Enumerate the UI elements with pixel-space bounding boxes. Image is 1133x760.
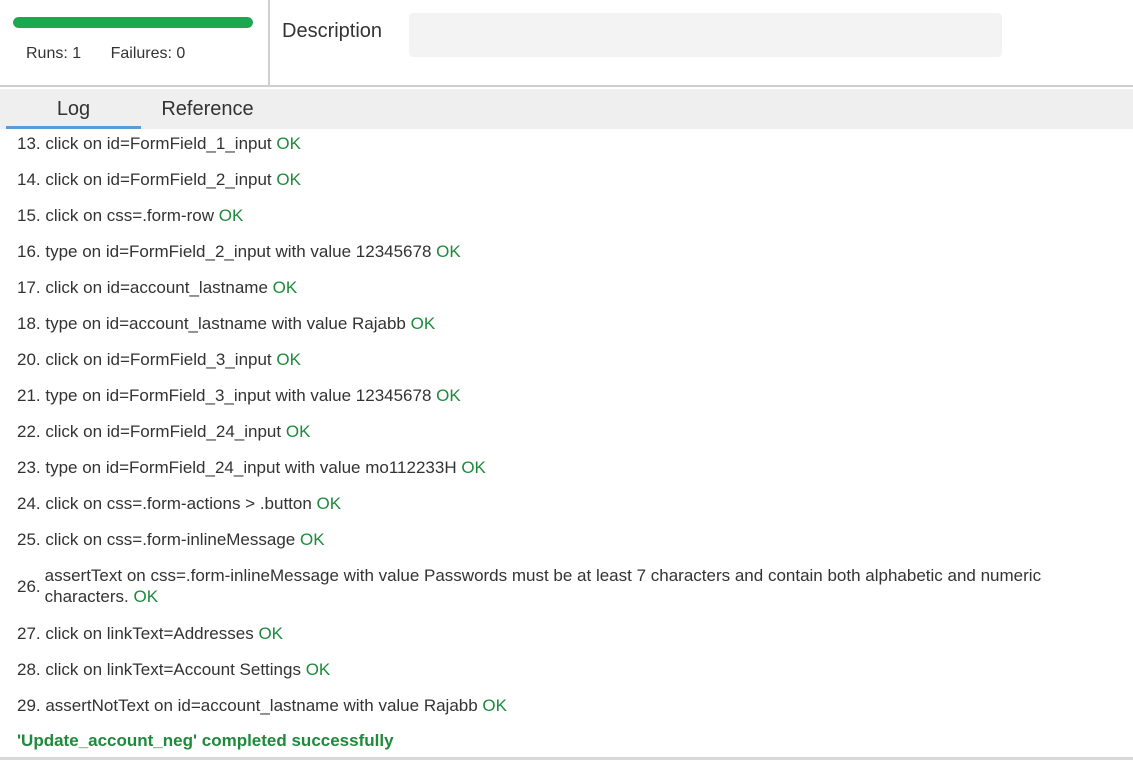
log-entry-text: 13. click on id=FormField_1_input	[17, 134, 272, 153]
log-entry: 22. click on id=FormField_24_input OK	[17, 421, 1123, 442]
run-stats: Runs: 1 Failures: 0	[0, 0, 270, 87]
progress-bar-fill	[13, 17, 253, 28]
log-entry: 29. assertNotText on id=account_lastname…	[17, 695, 1123, 716]
log-entry-text: 25. click on css=.form-inlineMessage	[17, 530, 296, 549]
log-entry-text: 28. click on linkText=Account Settings	[17, 660, 301, 679]
log-entry: 21. type on id=FormField_3_input with va…	[17, 385, 1123, 406]
ok-status: OK	[410, 314, 436, 333]
log-entry: 17. click on id=account_lastname OK	[17, 277, 1123, 298]
log-entry-text: 20. click on id=FormField_3_input	[17, 350, 272, 369]
ok-status: OK	[258, 624, 283, 643]
progress-bar	[13, 17, 253, 28]
tab-bar: Log Reference	[0, 89, 1133, 129]
log-entry-text: 23. type on id=FormField_24_input with v…	[17, 458, 457, 477]
tab-reference[interactable]: Reference	[150, 98, 265, 129]
log-entry-text: 18. type on id=account_lastname with val…	[17, 314, 406, 333]
description-label: Description	[282, 20, 383, 42]
log-entry-text: 29. assertNotText on id=account_lastname…	[17, 696, 478, 715]
ok-status: OK	[461, 458, 486, 477]
ok-status: OK	[276, 170, 301, 189]
ok-status: OK	[285, 422, 311, 441]
log-entry: 25. click on css=.form-inlineMessage OK	[17, 529, 1123, 550]
log-entry-text: 27. click on linkText=Addresses	[17, 624, 254, 643]
tab-log[interactable]: Log	[6, 98, 141, 129]
log-entry: 24. click on css=.form-actions > .button…	[17, 493, 1123, 514]
run-counts: Runs: 1 Failures: 0	[26, 45, 185, 63]
log-entry-text: 22. click on id=FormField_24_input	[17, 422, 282, 441]
log-entry-text: 21. type on id=FormField_3_input with va…	[17, 386, 432, 405]
log-entry: 14. click on id=FormField_2_input OK	[17, 169, 1123, 190]
log-entry: 28. click on linkText=Account Settings O…	[17, 659, 1123, 680]
log-entry: 26. assertText on css=.form-inlineMessag…	[17, 565, 1123, 607]
failures-count: Failures: 0	[110, 45, 186, 62]
log-entry-text: 14. click on id=FormField_2_input	[17, 170, 272, 189]
log-entry-text: assertText on css=.form-inlineMessage wi…	[44, 566, 1042, 606]
log-entry-number: 26.	[17, 576, 41, 596]
log-entry: 18. type on id=account_lastname with val…	[17, 313, 1123, 334]
log-entry-text: 16. type on id=FormField_2_input with va…	[17, 242, 432, 261]
log-panel[interactable]: 13. click on id=FormField_1_input OK 14.…	[0, 129, 1133, 760]
summary-panel: Runs: 1 Failures: 0 Description	[0, 0, 1133, 87]
ok-status: OK	[482, 696, 507, 715]
runs-count: Runs: 1	[26, 45, 82, 62]
log-entry: 20. click on id=FormField_3_input OK	[17, 349, 1123, 370]
ok-status: OK	[436, 242, 461, 261]
log-entry: 23. type on id=FormField_24_input with v…	[17, 457, 1123, 478]
ok-status: OK	[276, 134, 301, 153]
ok-status: OK	[316, 494, 342, 513]
ok-status: OK	[133, 587, 159, 606]
log-entry: 15. click on css=.form-row OK	[17, 205, 1123, 226]
log-entry-body: assertText on css=.form-inlineMessage wi…	[45, 565, 1123, 607]
log-entry-text: 15. click on css=.form-row	[17, 206, 214, 225]
description-field[interactable]	[409, 13, 1002, 57]
ok-status: OK	[300, 530, 325, 549]
ok-status: OK	[436, 386, 461, 405]
ok-status: OK	[272, 278, 298, 297]
log-entry: 16. type on id=FormField_2_input with va…	[17, 241, 1123, 262]
ok-status: OK	[276, 350, 301, 369]
ok-status: OK	[218, 206, 244, 225]
log-entry: 13. click on id=FormField_1_input OK	[17, 133, 1123, 154]
ok-status: OK	[305, 660, 331, 679]
completion-message: 'Update_account_neg' completed successfu…	[17, 731, 394, 750]
log-entry: 27. click on linkText=Addresses OK	[17, 623, 1123, 644]
log-entry-text: 24. click on css=.form-actions > .button	[17, 494, 312, 513]
log-entry-text: 17. click on id=account_lastname	[17, 278, 268, 297]
